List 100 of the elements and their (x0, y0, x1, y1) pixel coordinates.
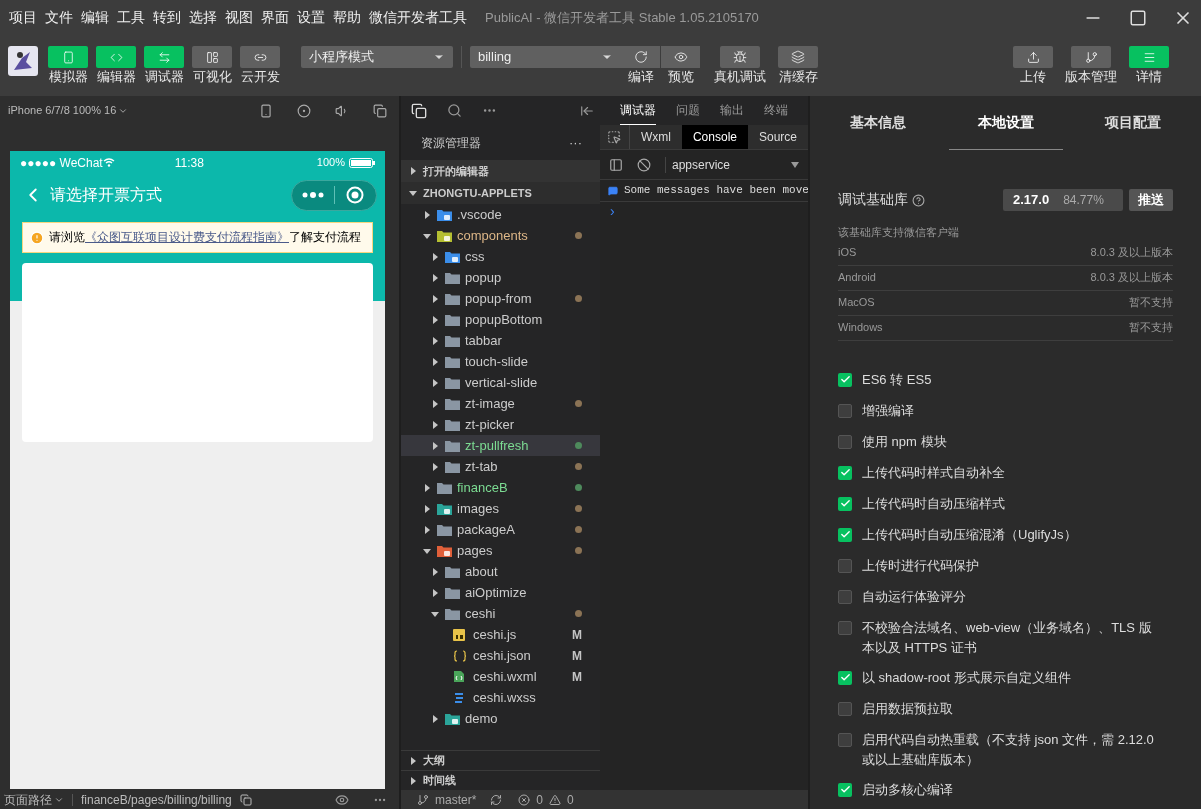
menu-item[interactable]: 视图 (225, 7, 253, 29)
tree-item[interactable]: financeB (401, 477, 600, 498)
debugger-tab[interactable]: 问题 (676, 96, 700, 125)
expand-arrow-icon[interactable] (431, 567, 439, 576)
tree-item[interactable]: ceshi.js M (401, 624, 600, 645)
clear-console-icon[interactable] (637, 157, 651, 172)
panel-tab[interactable]: Source (747, 125, 808, 149)
checkbox[interactable] (838, 496, 852, 511)
help-icon[interactable] (912, 193, 925, 207)
menu-item[interactable]: 帮助 (333, 7, 361, 29)
toolbar-button[interactable] (661, 46, 700, 68)
collapse-arrow-icon[interactable] (409, 189, 417, 197)
expand-arrow-icon[interactable] (431, 420, 439, 429)
checkbox[interactable] (838, 372, 852, 387)
toolbar-button[interactable] (192, 46, 232, 68)
tree-item[interactable]: zt-picker (401, 414, 600, 435)
tree-item[interactable]: css (401, 246, 600, 267)
checkbox[interactable] (838, 782, 852, 797)
debugger-tab[interactable]: 终端 (764, 96, 788, 125)
tree-item[interactable]: popup-from (401, 288, 600, 309)
expand-arrow-icon[interactable] (431, 462, 439, 471)
page-path-select[interactable]: 页面路径 (4, 790, 52, 809)
debugger-tab[interactable]: 输出 (720, 96, 744, 125)
expand-arrow-icon[interactable] (431, 357, 439, 366)
more-button[interactable]: ··· (569, 132, 582, 153)
section-header[interactable]: 打开的编辑器 (401, 160, 600, 182)
tree-item[interactable]: ceshi.wxml M (401, 666, 600, 687)
expand-arrow-icon[interactable] (431, 588, 439, 597)
expand-arrow-icon[interactable] (431, 399, 439, 408)
expand-arrow-icon[interactable] (423, 483, 431, 492)
menu-item[interactable]: 微信开发者工具 (369, 7, 467, 29)
checkbox[interactable] (838, 589, 852, 604)
library-version-select[interactable]: 2.17.0 84.77% (1003, 189, 1123, 211)
files-icon[interactable] (411, 102, 427, 119)
record-icon[interactable] (297, 103, 311, 118)
tree-item[interactable]: pages (401, 540, 600, 561)
tree-item[interactable]: packageA (401, 519, 600, 540)
copy-icon[interactable] (239, 793, 252, 806)
expand-arrow-icon[interactable] (431, 273, 439, 282)
tree-item[interactable]: ceshi (401, 603, 600, 624)
tree-item[interactable]: components (401, 225, 600, 246)
phone-icon[interactable] (259, 103, 273, 118)
checkbox[interactable] (838, 465, 852, 480)
branch-name[interactable]: master* (435, 790, 477, 809)
checkbox[interactable] (838, 620, 852, 635)
checkbox[interactable] (838, 670, 852, 685)
compile-select[interactable]: billing (470, 46, 621, 68)
checkbox[interactable] (838, 403, 852, 418)
toolbar-button[interactable] (1071, 46, 1111, 68)
settings-tab[interactable]: 基本信息 (836, 96, 920, 150)
checkbox[interactable] (838, 732, 852, 747)
expand-arrow-icon[interactable] (431, 336, 439, 345)
collapse-panel-icon[interactable] (580, 103, 594, 118)
menu-item[interactable]: 设置 (297, 7, 325, 29)
menu-item[interactable]: 项目 (9, 7, 37, 29)
checkbox[interactable] (838, 701, 852, 716)
tree-item[interactable]: popupBottom (401, 309, 600, 330)
search-icon[interactable] (447, 103, 462, 118)
device-select[interactable]: iPhone 6/7/8 100% 16 (8, 102, 117, 119)
settings-tab[interactable]: 本地设置 (948, 96, 1063, 150)
push-button[interactable]: 推送 (1129, 189, 1173, 211)
toolbar-button[interactable] (720, 46, 760, 68)
inspect-icon[interactable] (607, 130, 622, 144)
collapse-arrow-icon[interactable] (423, 546, 431, 555)
tree-item[interactable]: ceshi.json M (401, 645, 600, 666)
expand-arrow-icon[interactable] (431, 315, 439, 324)
maximize-icon[interactable] (1129, 9, 1147, 27)
tree-item[interactable]: images (401, 498, 600, 519)
expand-arrow-icon[interactable] (431, 252, 439, 261)
windows-icon[interactable] (373, 103, 387, 118)
tree-item[interactable]: .vscode (401, 204, 600, 225)
section-header[interactable]: ZHONGTU-APPLETS (401, 182, 600, 204)
console-prompt[interactable]: › (600, 202, 808, 220)
mode-select[interactable]: 小程序模式 (301, 46, 453, 68)
collapse-arrow-icon[interactable] (423, 231, 431, 240)
tree-item[interactable]: aiOptimize (401, 582, 600, 603)
toolbar-button[interactable] (778, 46, 818, 68)
sidebar-toggle-icon[interactable] (609, 157, 623, 172)
tree-item[interactable]: zt-tab (401, 456, 600, 477)
toolbar-button[interactable] (621, 46, 660, 68)
checkbox[interactable] (838, 558, 852, 573)
sync-icon[interactable] (490, 793, 503, 806)
menu-item[interactable]: 转到 (153, 7, 181, 29)
tree-item[interactable]: demo (401, 708, 600, 729)
tree-item[interactable]: vertical-slide (401, 372, 600, 393)
menu-item[interactable]: 界面 (261, 7, 289, 29)
expand-arrow-icon[interactable] (409, 776, 417, 785)
expand-arrow-icon[interactable] (431, 294, 439, 303)
toolbar-button[interactable] (240, 46, 280, 68)
tree-item[interactable]: tabbar (401, 330, 600, 351)
guide-link[interactable]: 《众图互联项目设计费支付流程指南》 (85, 230, 289, 243)
panel-tab[interactable]: Wxml (629, 125, 682, 149)
collapse-arrow-icon[interactable] (431, 609, 439, 618)
expand-arrow-icon[interactable] (423, 504, 431, 513)
expand-arrow-icon[interactable] (409, 756, 417, 765)
settings-tab[interactable]: 项目配置 (1091, 96, 1175, 150)
menu-item[interactable]: 选择 (189, 7, 217, 29)
capsule-menu[interactable] (291, 179, 377, 211)
menu-item[interactable]: 编辑 (81, 7, 109, 29)
tree-item[interactable]: zt-pullfresh (401, 435, 600, 456)
